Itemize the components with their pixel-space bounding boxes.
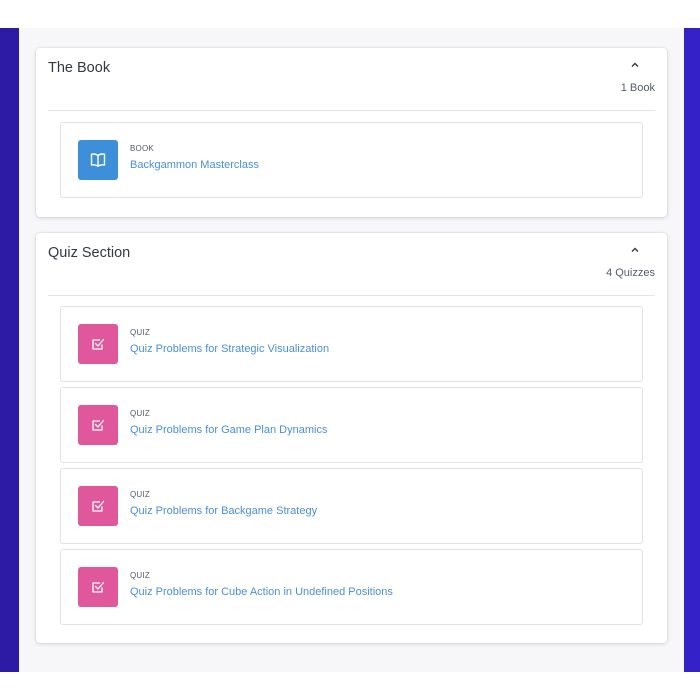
list-item-quiz[interactable]: QUIZ Quiz Problems for Backgame Strategy	[60, 468, 643, 544]
quiz-section: Quiz Section 4 Quizzes QUIZ Quiz Problem…	[36, 233, 667, 643]
list-item-book[interactable]: BOOK Backgammon Masterclass	[60, 122, 643, 198]
item-type-label: BOOK	[130, 144, 154, 153]
checkbox-icon	[78, 567, 118, 607]
quiz-section-count: 4 Quizzes	[606, 267, 655, 279]
book-section: The Book 1 Book BOOK Backgammon Mastercl…	[36, 48, 667, 217]
book-section-header[interactable]: The Book 1 Book	[36, 48, 667, 110]
list-item-quiz[interactable]: QUIZ Quiz Problems for Cube Action in Un…	[60, 549, 643, 625]
item-title-link[interactable]: Quiz Problems for Game Plan Dynamics	[130, 424, 327, 436]
list-item-quiz[interactable]: QUIZ Quiz Problems for Game Plan Dynamic…	[60, 387, 643, 463]
right-purple-bar	[684, 28, 700, 672]
checkbox-icon	[78, 324, 118, 364]
section-divider	[48, 110, 655, 111]
item-title-link[interactable]: Quiz Problems for Strategic Visualizatio…	[130, 343, 329, 355]
chevron-up-icon[interactable]	[630, 60, 640, 70]
course-content: The Book 1 Book BOOK Backgammon Mastercl…	[19, 28, 684, 672]
section-divider	[48, 295, 655, 296]
item-title-link[interactable]: Quiz Problems for Cube Action in Undefin…	[130, 586, 393, 598]
item-title-link[interactable]: Backgammon Masterclass	[130, 159, 259, 171]
item-title-link[interactable]: Quiz Problems for Backgame Strategy	[130, 505, 317, 517]
open-book-icon	[78, 140, 118, 180]
checkbox-icon	[78, 486, 118, 526]
checkbox-icon	[78, 405, 118, 445]
quiz-section-header[interactable]: Quiz Section 4 Quizzes	[36, 233, 667, 295]
book-section-title: The Book	[48, 60, 111, 76]
item-type-label: QUIZ	[130, 409, 150, 418]
quiz-section-title: Quiz Section	[48, 245, 131, 261]
item-type-label: QUIZ	[130, 490, 150, 499]
list-item-quiz[interactable]: QUIZ Quiz Problems for Strategic Visuali…	[60, 306, 643, 382]
item-type-label: QUIZ	[130, 571, 150, 580]
item-type-label: QUIZ	[130, 328, 150, 337]
left-purple-bar	[0, 28, 19, 672]
book-section-count: 1 Book	[620, 82, 655, 94]
chevron-up-icon[interactable]	[630, 245, 640, 255]
